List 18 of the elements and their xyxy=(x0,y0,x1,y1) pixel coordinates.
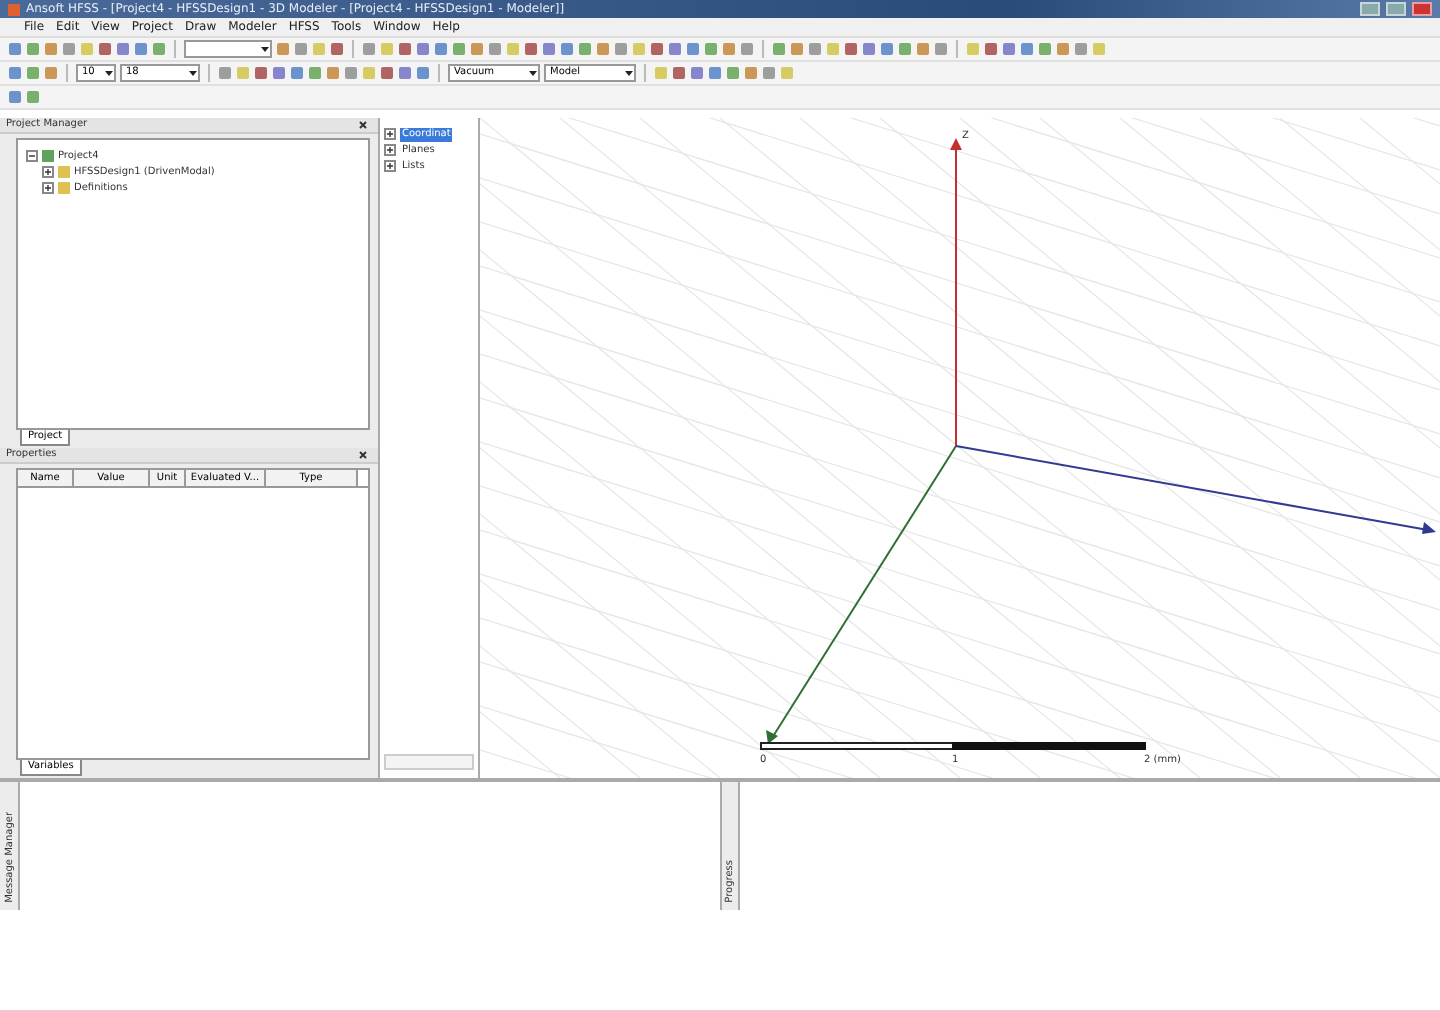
caret-icon[interactable] xyxy=(188,66,198,80)
caret-icon[interactable] xyxy=(624,66,634,80)
caret-icon[interactable] xyxy=(260,42,270,56)
expander-icon[interactable] xyxy=(42,166,54,178)
close-button[interactable] xyxy=(1412,2,1432,16)
expander-icon[interactable] xyxy=(384,160,396,172)
expander-icon[interactable] xyxy=(384,128,396,140)
caret-icon[interactable] xyxy=(528,66,538,80)
maximize-button[interactable] xyxy=(1386,2,1406,16)
expander-icon[interactable] xyxy=(26,150,38,162)
close-icon[interactable] xyxy=(358,120,372,130)
scrollbar[interactable] xyxy=(384,754,474,770)
expander-icon[interactable] xyxy=(384,144,396,156)
close-icon[interactable] xyxy=(358,450,372,460)
expander-icon[interactable] xyxy=(42,182,54,194)
minimize-button[interactable] xyxy=(1360,2,1380,16)
app-icon xyxy=(8,3,20,15)
caret-icon[interactable] xyxy=(104,66,114,80)
